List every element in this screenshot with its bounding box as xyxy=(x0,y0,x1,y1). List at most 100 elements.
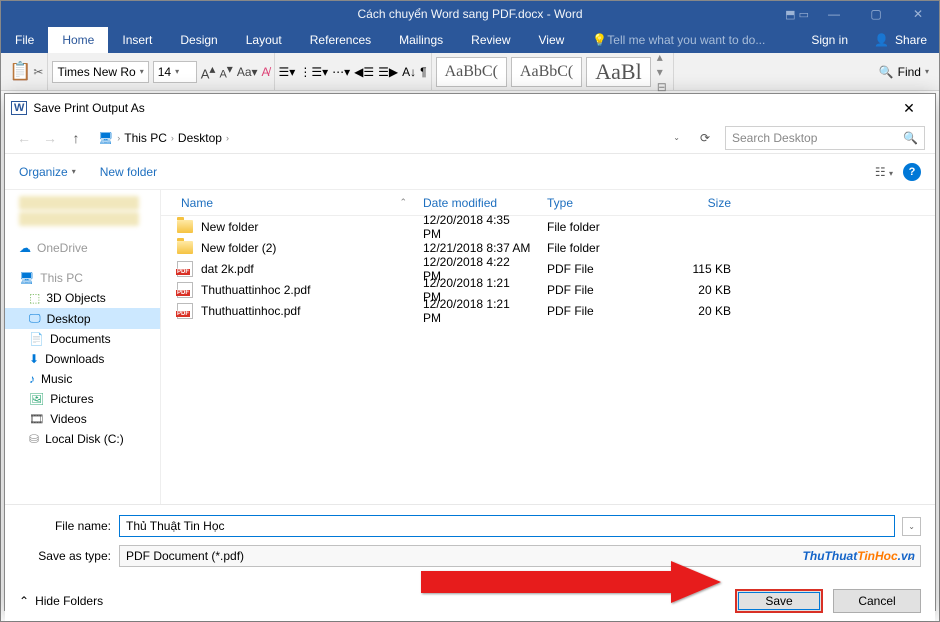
file-name: dat 2k.pdf xyxy=(201,262,254,276)
save-button[interactable]: Save xyxy=(735,589,823,613)
change-case-icon[interactable]: Aa▾ xyxy=(237,65,258,79)
sidebar-onedrive[interactable]: ☁OneDrive xyxy=(5,238,160,258)
sidebar-downloads[interactable]: ⬇ Downloads xyxy=(5,349,160,369)
organize-menu[interactable]: Organize ▾ xyxy=(19,165,76,179)
cancel-button[interactable]: Cancel xyxy=(833,589,921,613)
sidebar-desktop[interactable]: 🖵Desktop xyxy=(5,308,160,329)
tab-home[interactable]: Home xyxy=(48,27,108,53)
file-type: File folder xyxy=(539,241,651,255)
tab-view[interactable]: View xyxy=(525,27,579,53)
view-mode-button[interactable]: ☷ ▾ xyxy=(875,165,893,179)
tab-review[interactable]: Review xyxy=(457,27,524,53)
ribbon-tabs: File Home Insert Design Layout Reference… xyxy=(1,27,939,53)
file-row[interactable]: New folder12/20/2018 4:35 PMFile folder xyxy=(161,216,935,237)
share-label: Share xyxy=(895,33,927,47)
styles-up-icon[interactable]: ▴ xyxy=(657,50,667,64)
cut-icon[interactable]: ✂ xyxy=(33,65,43,79)
style-normal[interactable]: AaBbC( xyxy=(436,57,507,87)
tab-design[interactable]: Design xyxy=(166,27,231,53)
sidebar-pictures[interactable]: 🖼Pictures xyxy=(5,389,160,409)
tell-me-search[interactable]: 💡 Tell me what you want to do... xyxy=(578,27,779,53)
minimize-button[interactable]: — xyxy=(813,1,855,27)
search-input[interactable]: Search Desktop 🔍 xyxy=(725,126,925,150)
file-row[interactable]: dat 2k.pdf12/20/2018 4:22 PMPDF File115 … xyxy=(161,258,935,279)
column-date[interactable]: Date modified xyxy=(415,196,539,210)
hide-folders-button[interactable]: ⌃ Hide Folders xyxy=(19,594,103,608)
font-size-value: 14 xyxy=(158,65,171,79)
sidebar-thispc[interactable]: 🖥This PC xyxy=(5,268,160,288)
file-row[interactable]: Thuthuattinhoc.pdf12/20/2018 1:21 PMPDF … xyxy=(161,300,935,321)
styles-more-icon[interactable]: ⊟ xyxy=(657,80,667,94)
show-marks-icon[interactable]: ¶ xyxy=(420,65,426,79)
clear-format-icon[interactable]: A̸ xyxy=(262,65,270,79)
filename-input[interactable] xyxy=(119,515,895,537)
sidebar-item-label: 3D Objects xyxy=(46,291,105,305)
file-type: PDF File xyxy=(539,262,651,276)
sidebar-3dobjects[interactable]: ⬚3D Objects xyxy=(5,288,160,308)
tab-insert[interactable]: Insert xyxy=(108,27,166,53)
sidebar-videos[interactable]: 🎞Videos xyxy=(5,409,160,429)
tab-layout[interactable]: Layout xyxy=(232,27,296,53)
sidebar-music[interactable]: ♪Music xyxy=(5,369,160,389)
breadcrumb[interactable]: 🖥 › This PC › Desktop › ⌄ xyxy=(93,126,685,150)
nav-sidebar: ☁OneDrive 🖥This PC ⬚3D Objects 🖵Desktop … xyxy=(5,190,161,504)
numbering-icon[interactable]: ⋮☰▾ xyxy=(299,65,328,79)
breadcrumb-desktop[interactable]: Desktop xyxy=(178,131,222,145)
savetype-combo[interactable]: PDF Document (*.pdf) ⌄ xyxy=(119,545,921,567)
maximize-button[interactable]: ▢ xyxy=(855,1,897,27)
sidebar-localdisk[interactable]: ⛁Local Disk (C:) xyxy=(5,429,160,449)
dialog-toolbar: Organize ▾ New folder ☷ ▾ ? xyxy=(5,154,935,190)
refresh-button[interactable]: ⟳ xyxy=(693,131,717,145)
sidebar-item-label: Downloads xyxy=(45,352,104,366)
breadcrumb-thispc[interactable]: This PC xyxy=(124,131,167,145)
multilevel-icon[interactable]: ⋯▾ xyxy=(332,65,350,79)
close-button[interactable]: ✕ xyxy=(897,1,939,27)
style-nospacing[interactable]: AaBbC( xyxy=(511,57,582,87)
styles-down-icon[interactable]: ▾ xyxy=(657,65,667,79)
tell-me-label: Tell me what you want to do... xyxy=(607,33,765,47)
grow-font-icon[interactable]: A▴ xyxy=(201,62,216,81)
help-button[interactable]: ? xyxy=(903,163,921,181)
signin-link[interactable]: Sign in xyxy=(797,27,862,53)
nav-up-button[interactable]: ↑ xyxy=(67,130,85,146)
shrink-font-icon[interactable]: A▾ xyxy=(219,62,232,81)
ribbon-home: 📋 ✂ Times New Ro▾ 14▾ A▴ A▾ Aa▾ A̸ ☰▾ ⋮☰… xyxy=(1,53,939,91)
pc-icon: 🖥 xyxy=(19,271,34,285)
bullets-icon[interactable]: ☰▾ xyxy=(279,65,296,79)
column-size[interactable]: Size xyxy=(651,196,739,210)
share-button[interactable]: 👤 Share xyxy=(862,27,939,53)
downloads-icon: ⬇ xyxy=(29,352,39,366)
column-type[interactable]: Type xyxy=(539,196,651,210)
sidebar-documents[interactable]: 📄Documents xyxy=(5,329,160,349)
file-row[interactable]: Thuthuattinhoc 2.pdf12/20/2018 1:21 PMPD… xyxy=(161,279,935,300)
disk-icon: ⛁ xyxy=(29,432,39,446)
dialog-titlebar: W Save Print Output As ✕ xyxy=(5,94,935,122)
dialog-close-button[interactable]: ✕ xyxy=(889,100,929,117)
tab-mailings[interactable]: Mailings xyxy=(385,27,457,53)
increase-indent-icon[interactable]: ☰▶ xyxy=(378,65,398,79)
file-row[interactable]: New folder (2)12/21/2018 8:37 AMFile fol… xyxy=(161,237,935,258)
tab-file[interactable]: File xyxy=(1,27,48,53)
nav-forward-button[interactable]: → xyxy=(41,130,59,146)
sidebar-item-label: Music xyxy=(41,372,72,386)
window-restore-icons[interactable]: ⬒ ▭ xyxy=(785,1,809,27)
font-size-combo[interactable]: 14▾ xyxy=(153,61,197,83)
filename-dropdown-icon[interactable]: ⌄ xyxy=(902,517,921,536)
tab-references[interactable]: References xyxy=(296,27,385,53)
pdf-icon xyxy=(177,282,193,298)
sort-icon[interactable]: A↓ xyxy=(402,65,416,79)
file-type: PDF File xyxy=(539,283,651,297)
paste-icon[interactable]: 📋 xyxy=(9,61,31,82)
font-name-combo[interactable]: Times New Ro▾ xyxy=(52,61,148,83)
new-folder-button[interactable]: New folder xyxy=(100,165,157,179)
style-heading1[interactable]: AaBl xyxy=(586,57,650,87)
file-list-header: Name⌃ Date modified Type Size xyxy=(161,190,935,216)
nav-back-button[interactable]: ← xyxy=(15,130,33,146)
file-name: New folder xyxy=(201,220,258,234)
file-name: Thuthuattinhoc 2.pdf xyxy=(201,283,310,297)
breadcrumb-dropdown-icon[interactable]: ⌄ xyxy=(673,133,680,142)
decrease-indent-icon[interactable]: ◀☰ xyxy=(354,65,374,79)
column-name[interactable]: Name⌃ xyxy=(161,196,415,210)
find-button[interactable]: 🔍Find ▾ xyxy=(873,64,935,80)
pc-icon: 🖥 xyxy=(98,131,113,145)
